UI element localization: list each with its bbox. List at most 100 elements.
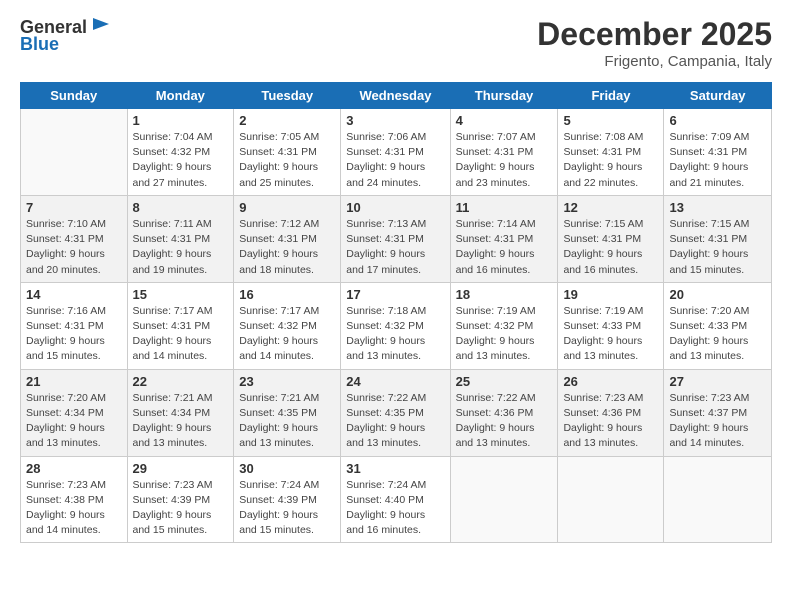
calendar-cell: 1 Sunrise: 7:04 AMSunset: 4:32 PMDaylight…: [127, 109, 234, 196]
day-number: 17: [346, 287, 444, 302]
calendar-week-row: 21 Sunrise: 7:20 AMSunset: 4:34 PMDayligh…: [21, 369, 772, 456]
calendar-cell: [450, 456, 558, 543]
day-number: 11: [456, 200, 553, 215]
day-info: Sunrise: 7:09 AMSunset: 4:31 PMDaylight:…: [669, 130, 766, 191]
day-info: Sunrise: 7:10 AMSunset: 4:31 PMDaylight:…: [26, 217, 122, 278]
col-header-friday: Friday: [558, 83, 664, 109]
day-info: Sunrise: 7:18 AMSunset: 4:32 PMDaylight:…: [346, 304, 444, 365]
calendar-cell: 22Sunrise: 7:21 AMSunset: 4:34 PMDayligh…: [127, 369, 234, 456]
day-number: 23: [239, 374, 335, 389]
day-number: 7: [26, 200, 122, 215]
calendar-week-row: 1 Sunrise: 7:04 AMSunset: 4:32 PMDaylight…: [21, 109, 772, 196]
day-number: 24: [346, 374, 444, 389]
day-info: Sunrise: 7:20 AMSunset: 4:34 PMDaylight:…: [26, 391, 122, 452]
calendar-cell: 19 Sunrise: 7:19 AMSunset: 4:33 PMDayligh…: [558, 282, 664, 369]
calendar-cell: 18 Sunrise: 7:19 AMSunset: 4:32 PMDayligh…: [450, 282, 558, 369]
calendar-cell: 14Sunrise: 7:16 AMSunset: 4:31 PMDayligh…: [21, 282, 128, 369]
day-number: 21: [26, 374, 122, 389]
calendar-cell: 12 Sunrise: 7:15 AMSunset: 4:31 PMDayligh…: [558, 195, 664, 282]
col-header-tuesday: Tuesday: [234, 83, 341, 109]
day-info: Sunrise: 7:19 AMSunset: 4:33 PMDaylight:…: [563, 304, 658, 365]
day-number: 29: [133, 461, 229, 476]
page: General Blue December 2025 Frigento, Cam…: [0, 0, 792, 612]
day-info: Sunrise: 7:08 AMSunset: 4:31 PMDaylight:…: [563, 130, 658, 191]
title-block: December 2025 Frigento, Campania, Italy: [537, 16, 772, 70]
calendar-cell: 11 Sunrise: 7:14 AMSunset: 4:31 PMDayligh…: [450, 195, 558, 282]
day-number: 31: [346, 461, 444, 476]
day-number: 27: [669, 374, 766, 389]
calendar-cell: 4Sunrise: 7:07 AMSunset: 4:31 PMDaylight…: [450, 109, 558, 196]
calendar-cell: 16 Sunrise: 7:17 AMSunset: 4:32 PMDayligh…: [234, 282, 341, 369]
day-info: Sunrise: 7:21 AMSunset: 4:35 PMDaylight:…: [239, 391, 335, 452]
calendar-cell: 8 Sunrise: 7:11 AMSunset: 4:31 PMDaylight…: [127, 195, 234, 282]
day-number: 13: [669, 200, 766, 215]
day-number: 28: [26, 461, 122, 476]
day-number: 14: [26, 287, 122, 302]
calendar-cell: 20Sunrise: 7:20 AMSunset: 4:33 PMDayligh…: [664, 282, 772, 369]
day-number: 8: [133, 200, 229, 215]
calendar-cell: 6 Sunrise: 7:09 AMSunset: 4:31 PMDaylight…: [664, 109, 772, 196]
calendar-cell: [558, 456, 664, 543]
day-info: Sunrise: 7:24 AMSunset: 4:40 PMDaylight:…: [346, 478, 444, 539]
col-header-monday: Monday: [127, 83, 234, 109]
calendar-cell: 26 Sunrise: 7:23 AMSunset: 4:36 PMDayligh…: [558, 369, 664, 456]
day-info: Sunrise: 7:21 AMSunset: 4:34 PMDaylight:…: [133, 391, 229, 452]
day-info: Sunrise: 7:04 AMSunset: 4:32 PMDaylight:…: [133, 130, 229, 191]
day-info: Sunrise: 7:15 AMSunset: 4:31 PMDaylight:…: [669, 217, 766, 278]
calendar-cell: 25Sunrise: 7:22 AMSunset: 4:36 PMDayligh…: [450, 369, 558, 456]
calendar-cell: 24Sunrise: 7:22 AMSunset: 4:35 PMDayligh…: [341, 369, 450, 456]
day-number: 1: [133, 113, 229, 128]
day-number: 16: [239, 287, 335, 302]
calendar-cell: 30 Sunrise: 7:24 AMSunset: 4:39 PMDayligh…: [234, 456, 341, 543]
day-number: 3: [346, 113, 444, 128]
day-number: 2: [239, 113, 335, 128]
day-info: Sunrise: 7:23 AMSunset: 4:36 PMDaylight:…: [563, 391, 658, 452]
calendar-cell: 17 Sunrise: 7:18 AMSunset: 4:32 PMDayligh…: [341, 282, 450, 369]
day-info: Sunrise: 7:14 AMSunset: 4:31 PMDaylight:…: [456, 217, 553, 278]
day-number: 4: [456, 113, 553, 128]
calendar-week-row: 14Sunrise: 7:16 AMSunset: 4:31 PMDayligh…: [21, 282, 772, 369]
day-info: Sunrise: 7:22 AMSunset: 4:36 PMDaylight:…: [456, 391, 553, 452]
day-info: Sunrise: 7:17 AMSunset: 4:31 PMDaylight:…: [133, 304, 229, 365]
day-info: Sunrise: 7:05 AMSunset: 4:31 PMDaylight:…: [239, 130, 335, 191]
calendar-cell: 3 Sunrise: 7:06 AMSunset: 4:31 PMDaylight…: [341, 109, 450, 196]
day-info: Sunrise: 7:17 AMSunset: 4:32 PMDaylight:…: [239, 304, 335, 365]
calendar-cell: 7 Sunrise: 7:10 AMSunset: 4:31 PMDaylight…: [21, 195, 128, 282]
logo-blue: Blue: [20, 34, 59, 55]
col-header-sunday: Sunday: [21, 83, 128, 109]
calendar-cell: 31 Sunrise: 7:24 AMSunset: 4:40 PMDayligh…: [341, 456, 450, 543]
day-info: Sunrise: 7:20 AMSunset: 4:33 PMDaylight:…: [669, 304, 766, 365]
day-info: Sunrise: 7:24 AMSunset: 4:39 PMDaylight:…: [239, 478, 335, 539]
calendar-table: SundayMondayTuesdayWednesdayThursdayFrid…: [20, 82, 772, 543]
calendar-week-row: 28Sunrise: 7:23 AMSunset: 4:38 PMDayligh…: [21, 456, 772, 543]
col-header-thursday: Thursday: [450, 83, 558, 109]
logo: General Blue: [20, 16, 111, 55]
day-number: 5: [563, 113, 658, 128]
day-number: 26: [563, 374, 658, 389]
day-number: 6: [669, 113, 766, 128]
calendar-cell: [21, 109, 128, 196]
calendar-week-row: 7 Sunrise: 7:10 AMSunset: 4:31 PMDaylight…: [21, 195, 772, 282]
day-info: Sunrise: 7:15 AMSunset: 4:31 PMDaylight:…: [563, 217, 658, 278]
day-number: 18: [456, 287, 553, 302]
calendar-cell: 29 Sunrise: 7:23 AMSunset: 4:39 PMDayligh…: [127, 456, 234, 543]
day-number: 9: [239, 200, 335, 215]
day-number: 19: [563, 287, 658, 302]
day-info: Sunrise: 7:11 AMSunset: 4:31 PMDaylight:…: [133, 217, 229, 278]
calendar-cell: 28Sunrise: 7:23 AMSunset: 4:38 PMDayligh…: [21, 456, 128, 543]
calendar-cell: 13 Sunrise: 7:15 AMSunset: 4:31 PMDayligh…: [664, 195, 772, 282]
calendar-cell: 21 Sunrise: 7:20 AMSunset: 4:34 PMDayligh…: [21, 369, 128, 456]
day-info: Sunrise: 7:12 AMSunset: 4:31 PMDaylight:…: [239, 217, 335, 278]
day-number: 30: [239, 461, 335, 476]
day-info: Sunrise: 7:06 AMSunset: 4:31 PMDaylight:…: [346, 130, 444, 191]
day-info: Sunrise: 7:19 AMSunset: 4:32 PMDaylight:…: [456, 304, 553, 365]
calendar-cell: 10Sunrise: 7:13 AMSunset: 4:31 PMDayligh…: [341, 195, 450, 282]
col-header-wednesday: Wednesday: [341, 83, 450, 109]
main-title: December 2025: [537, 16, 772, 53]
calendar-cell: 9 Sunrise: 7:12 AMSunset: 4:31 PMDaylight…: [234, 195, 341, 282]
day-info: Sunrise: 7:13 AMSunset: 4:31 PMDaylight:…: [346, 217, 444, 278]
day-number: 12: [563, 200, 658, 215]
calendar-cell: 23 Sunrise: 7:21 AMSunset: 4:35 PMDayligh…: [234, 369, 341, 456]
day-info: Sunrise: 7:23 AMSunset: 4:39 PMDaylight:…: [133, 478, 229, 539]
calendar-cell: [664, 456, 772, 543]
